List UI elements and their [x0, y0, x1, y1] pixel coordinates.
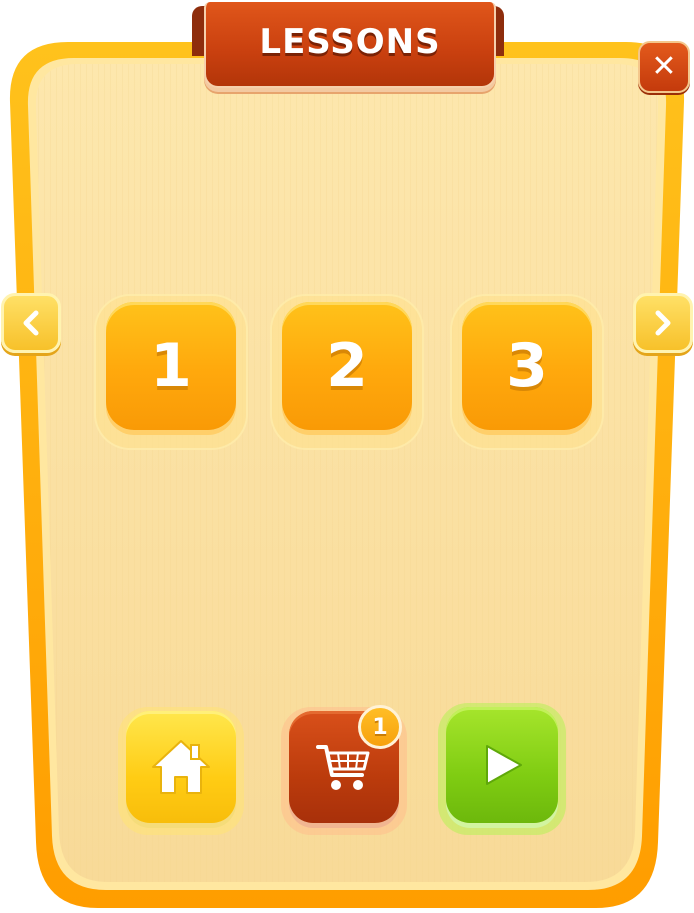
- next-page-button[interactable]: [633, 293, 693, 353]
- lesson-1-button[interactable]: 1: [106, 302, 236, 430]
- title-banner: LESSONS: [192, 2, 504, 90]
- home-button[interactable]: [126, 711, 236, 823]
- home-icon: [152, 740, 210, 794]
- chevron-left-icon: [23, 310, 39, 336]
- home-button-frame: [118, 707, 244, 835]
- play-button-frame: [438, 703, 566, 835]
- page-title: LESSONS: [259, 22, 441, 62]
- lesson-2-button[interactable]: 2: [282, 302, 412, 430]
- chevron-right-icon: [655, 310, 671, 336]
- close-button[interactable]: ✕: [638, 41, 690, 93]
- lesson-tile-1-frame: 1: [96, 296, 246, 448]
- lesson-tile-2-frame: 2: [272, 296, 422, 448]
- play-icon: [486, 745, 522, 785]
- play-button[interactable]: [446, 707, 558, 823]
- cart-count-badge: 1: [358, 705, 402, 749]
- cart-icon: [316, 745, 370, 790]
- close-icon: ✕: [651, 49, 677, 84]
- lesson-tile-3-frame: 3: [452, 296, 602, 448]
- banner-ribbon: LESSONS: [204, 2, 496, 88]
- prev-page-button[interactable]: [1, 293, 61, 353]
- lesson-3-button[interactable]: 3: [462, 302, 592, 430]
